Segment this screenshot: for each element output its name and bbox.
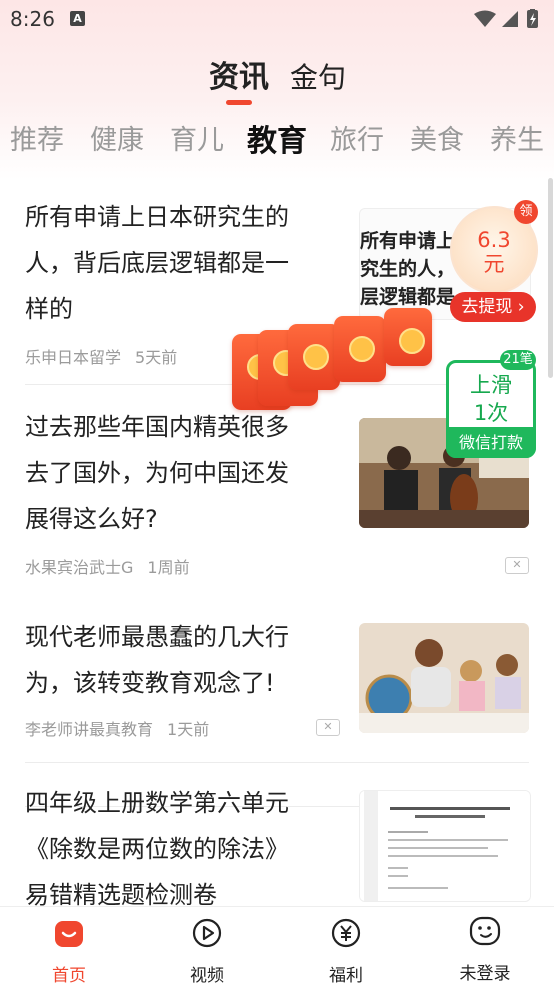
- category-food[interactable]: 美食: [410, 118, 464, 157]
- payout-count-badge: 21笔: [500, 350, 536, 370]
- category-health[interactable]: 健康: [90, 118, 144, 157]
- category-travel[interactable]: 旅行: [330, 118, 384, 157]
- nav-profile[interactable]: 未登录: [435, 907, 535, 985]
- article-meta: 乐申日本留学 5天前: [25, 344, 191, 368]
- chevron-right-icon: ›: [517, 297, 525, 317]
- red-packet-animation[interactable]: [232, 308, 437, 438]
- yuan-icon: [331, 918, 361, 948]
- cash-reward-widget[interactable]: 6.3 元 领 去提现 ›: [448, 200, 538, 325]
- nav-home[interactable]: 首页: [19, 907, 119, 986]
- dismiss-icon[interactable]: ✕: [316, 719, 340, 736]
- nav-label: 视频: [190, 966, 224, 986]
- nav-label: 福利: [329, 966, 363, 986]
- swipe-box: 上滑 1次 微信打款: [446, 360, 536, 458]
- divider: [25, 762, 529, 763]
- withdraw-button[interactable]: 去提现 ›: [450, 292, 536, 322]
- reward-amount: 6.3: [477, 228, 511, 252]
- wechat-payout-label: 微信打款: [446, 427, 536, 458]
- nav-label: 未登录: [459, 964, 511, 984]
- swipe-count: 1次: [473, 401, 509, 425]
- article-source: 乐申日本留学: [25, 348, 122, 367]
- tab-quotes[interactable]: 金句: [290, 56, 346, 96]
- article-thumbnail[interactable]: [359, 623, 529, 733]
- nav-label: 首页: [52, 966, 86, 986]
- nav-welfare[interactable]: 福利: [296, 907, 396, 986]
- main-tabs: 资讯 金句: [0, 52, 554, 102]
- article-title[interactable]: 现代老师最愚蠢的几大行 为，该转变教育观念了!: [25, 614, 337, 706]
- signal-battery-icons: [474, 9, 538, 28]
- article-meta: 李老师讲最真教育 1天前: [25, 716, 223, 740]
- red-packet-icon: [288, 324, 340, 390]
- article-source: 李老师讲最真教育: [25, 720, 154, 739]
- red-packet-icon: [384, 308, 432, 366]
- dismiss-icon[interactable]: ✕: [505, 557, 529, 574]
- status-time: 8:26: [10, 7, 55, 31]
- home-icon: [55, 921, 83, 947]
- category-wellness[interactable]: 养生: [490, 118, 544, 157]
- category-recommend[interactable]: 推荐: [10, 118, 64, 157]
- category-parenting[interactable]: 育儿: [170, 118, 224, 157]
- notification-icon: A: [70, 11, 85, 26]
- article-source: 水果宾治武士G: [25, 558, 134, 577]
- reward-unit: 元: [483, 252, 505, 276]
- red-packet-icon: [334, 316, 386, 382]
- swipe-reward-widget[interactable]: 上滑 1次 微信打款 21笔: [446, 350, 536, 458]
- article-title[interactable]: 四年级上册数学第六单元 《除数是两位数的除法》 易错精选题检测卷: [25, 780, 337, 918]
- tab-news[interactable]: 资讯: [209, 52, 269, 96]
- bottom-navigation: 首页 视频 福利 未登录: [0, 906, 554, 986]
- category-education[interactable]: 教育: [247, 116, 307, 160]
- claim-badge[interactable]: 领: [514, 200, 538, 224]
- article-time: 1周前: [147, 558, 190, 577]
- article-thumbnail[interactable]: [359, 790, 531, 902]
- article-time: 1天前: [167, 720, 210, 739]
- scrollbar[interactable]: [548, 178, 553, 378]
- user-face-icon: [469, 916, 501, 946]
- play-icon: [192, 918, 222, 948]
- swipe-text: 上滑: [470, 373, 512, 397]
- article-meta: 水果宾治武士G 1周前: [25, 554, 204, 578]
- active-tab-indicator: [226, 100, 252, 105]
- article-time: 5天前: [135, 348, 178, 367]
- status-bar: 8:26 A: [0, 0, 554, 38]
- category-bar: 推荐 健康 育儿 教育 旅行 美食 养生: [0, 118, 554, 162]
- nav-video[interactable]: 视频: [157, 907, 257, 986]
